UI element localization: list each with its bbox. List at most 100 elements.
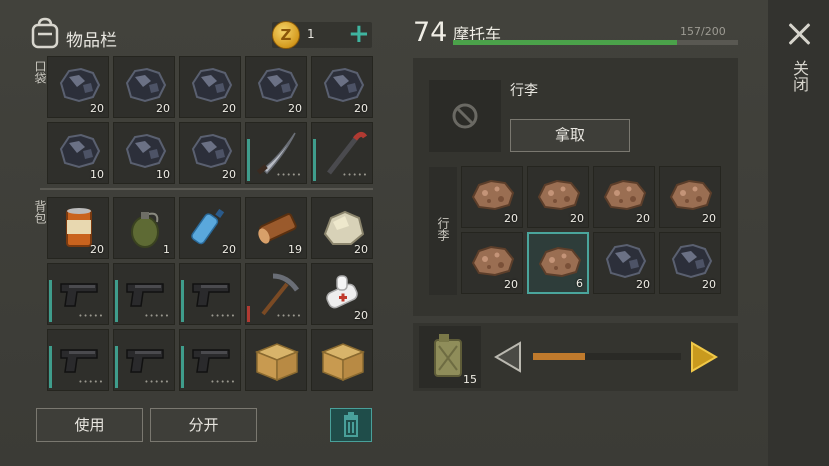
item-qty: 20 <box>702 278 716 291</box>
durability-bar <box>115 280 118 322</box>
durability-bar <box>181 280 184 322</box>
ammo-dots: ••••• <box>342 171 368 179</box>
backpack-slot[interactable]: ••••• <box>113 329 175 391</box>
item-qty: 20 <box>354 102 368 115</box>
backpack-slot[interactable]: 1 <box>113 197 175 259</box>
ammo-dots: ••••• <box>78 312 104 320</box>
vehicle-capacity: 157/200 <box>680 25 726 38</box>
quantity-slider[interactable] <box>533 353 681 360</box>
section-divider <box>40 188 373 190</box>
trunk-slot[interactable]: 20 <box>461 232 523 294</box>
item-qty: 20 <box>156 102 170 115</box>
trunk-slot[interactable]: 20 <box>593 166 655 228</box>
item-qty: 20 <box>354 243 368 256</box>
durability-bar <box>115 346 118 388</box>
split-button[interactable]: 分开 <box>150 408 257 442</box>
quantity-slider-fill <box>533 353 585 360</box>
increase-arrow-button[interactable] <box>690 341 720 373</box>
pocket-slot[interactable]: 20 <box>113 56 175 118</box>
ammo-dots: ••••• <box>144 312 170 320</box>
trunk-slot[interactable]: 20 <box>659 232 721 294</box>
item-qty: 10 <box>90 168 104 181</box>
trunk-slot[interactable]: 6 <box>527 232 589 294</box>
backpack-slot[interactable] <box>311 329 373 391</box>
pocket-slot[interactable]: 20 <box>47 56 109 118</box>
item-qty: 20 <box>636 212 650 225</box>
close-label: 关闭 <box>790 60 809 92</box>
backpack-slot[interactable]: ••••• <box>245 263 307 325</box>
item-qty: 6 <box>576 277 583 290</box>
capacity-bar-fill <box>453 40 677 45</box>
take-button[interactable]: 拿取 <box>510 119 630 152</box>
item-qty: 20 <box>222 102 236 115</box>
durability-bar <box>49 280 52 322</box>
item-qty: 20 <box>90 102 104 115</box>
trunk-slot[interactable]: 20 <box>527 166 589 228</box>
fuel-qty: 15 <box>463 373 477 386</box>
item-qty: 20 <box>570 212 584 225</box>
ammo-dots: ••••• <box>276 171 302 179</box>
ammo-dots: ••••• <box>78 378 104 386</box>
item-qty: 20 <box>354 309 368 322</box>
add-coins-button[interactable]: + <box>348 19 370 49</box>
backpack-slot[interactable] <box>245 329 307 391</box>
vehicle-level: 74 <box>413 17 448 48</box>
close-button[interactable] <box>787 22 811 46</box>
item-preview-slot <box>429 80 501 152</box>
trunk-side-label: 行李 <box>436 217 450 241</box>
discard-button[interactable] <box>330 408 372 442</box>
coin-count: 1 <box>307 27 315 41</box>
trunk-slot[interactable]: 20 <box>593 232 655 294</box>
no-item-icon <box>452 103 478 129</box>
durability-bar <box>181 346 184 388</box>
backpack-slot[interactable]: ••••• <box>179 329 241 391</box>
coin-letter: Z <box>280 26 292 44</box>
ammo-dots: ••••• <box>210 378 236 386</box>
inventory-title: 物品栏 <box>66 31 117 51</box>
pocket-slot[interactable]: 20 <box>179 56 241 118</box>
durability-bar <box>247 306 250 322</box>
pocket-slot[interactable]: 10 <box>113 122 175 184</box>
durability-bar <box>49 346 52 388</box>
item-qty: 20 <box>504 278 518 291</box>
item-qty: 10 <box>156 168 170 181</box>
pocket-slot[interactable]: 20 <box>311 56 373 118</box>
trunk-side-tab: 行李 <box>429 167 457 295</box>
backpack-slot[interactable]: 19 <box>245 197 307 259</box>
decrease-arrow-button[interactable] <box>492 341 522 373</box>
ammo-dots: ••••• <box>144 378 170 386</box>
item-qty: 1 <box>163 243 170 256</box>
backpack-icon <box>31 17 59 49</box>
backpack-slot[interactable]: 20 <box>311 197 373 259</box>
trunk-slot[interactable]: 20 <box>659 166 721 228</box>
pocket-slot[interactable]: ••••• <box>311 122 373 184</box>
pocket-slot[interactable]: 10 <box>47 122 109 184</box>
pocket-slot[interactable]: 20 <box>179 122 241 184</box>
item-qty: 20 <box>504 212 518 225</box>
capacity-bar <box>453 40 738 45</box>
backpack-slot[interactable]: 20 <box>311 263 373 325</box>
backpack-slot[interactable]: ••••• <box>179 263 241 325</box>
pocket-slot[interactable]: 20 <box>245 56 307 118</box>
trash-icon <box>344 412 358 437</box>
durability-bar <box>313 139 316 181</box>
item-qty: 19 <box>288 243 302 256</box>
backpack-slot[interactable]: 20 <box>47 197 109 259</box>
use-button[interactable]: 使用 <box>36 408 143 442</box>
trunk-slot[interactable]: 20 <box>461 166 523 228</box>
item-qty: 20 <box>288 102 302 115</box>
item-qty: 20 <box>222 243 236 256</box>
backpack-slot[interactable]: 20 <box>179 197 241 259</box>
item-qty: 20 <box>636 278 650 291</box>
ammo-dots: ••••• <box>210 312 236 320</box>
pocket-slot[interactable]: ••••• <box>245 122 307 184</box>
fuel-slot[interactable]: 15 <box>419 326 481 388</box>
backpack-slot[interactable]: ••••• <box>47 329 109 391</box>
backpack-slot[interactable]: ••••• <box>47 263 109 325</box>
item-qty: 20 <box>90 243 104 256</box>
game-screen: 物品栏 Z 1 + 口袋 背包 20 20 20 20 20 10 10 20 ••••• •••… <box>0 0 829 466</box>
coin-counter: Z 1 + <box>272 19 372 49</box>
trunk-title: 行李 <box>510 83 538 99</box>
backpack-slot[interactable]: ••••• <box>113 263 175 325</box>
ammo-dots: ••••• <box>276 312 302 320</box>
